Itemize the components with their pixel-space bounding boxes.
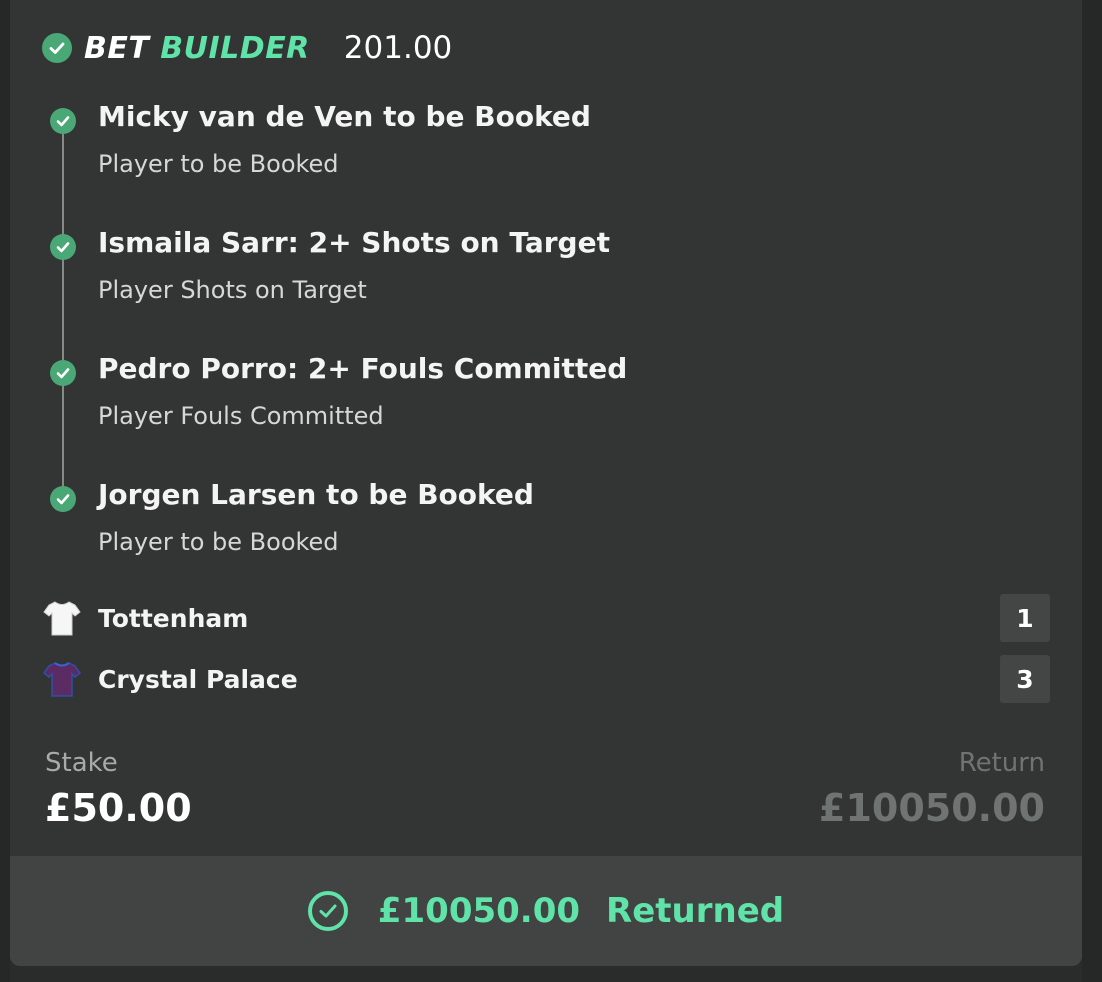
stake-amount: £50.00: [45, 786, 192, 830]
home-team-name: Tottenham: [98, 604, 249, 633]
check-circle-icon: [42, 33, 72, 63]
leg-market: Player Fouls Committed: [98, 402, 384, 430]
leg-title: Jorgen Larsen to be Booked: [98, 478, 534, 511]
away-team-name: Crystal Palace: [98, 665, 298, 694]
bet-odds: 201.00: [343, 30, 453, 66]
bet-header: BET BUILDER 201.00: [42, 30, 452, 66]
left-edge: [0, 0, 10, 982]
return-label: Return: [958, 748, 1045, 778]
check-icon: [50, 360, 76, 386]
away-kit-icon: [42, 662, 82, 697]
bet-card: BET BUILDER 201.00 Micky van de Ven to b…: [10, 0, 1082, 966]
leg-market: Player to be Booked: [98, 528, 339, 556]
home-kit-icon: [43, 601, 81, 636]
home-team-score: 1: [1000, 594, 1050, 642]
right-edge: [1082, 0, 1102, 982]
bet-builder-logo: BET BUILDER: [84, 31, 310, 66]
team-row-home: Tottenham 1: [42, 594, 1050, 644]
leg-title: Micky van de Ven to be Booked: [98, 100, 591, 133]
brand-bet: BET: [84, 30, 150, 66]
leg-title: Pedro Porro: 2+ Fouls Committed: [98, 352, 628, 385]
returned-status: Returned: [606, 891, 785, 931]
returned-amount: £10050.00: [377, 891, 581, 931]
leg-title: Ismaila Sarr: 2+ Shots on Target: [98, 226, 610, 259]
legs-timeline-line: [62, 120, 64, 496]
away-team-score: 3: [1000, 655, 1050, 703]
check-icon: [50, 486, 76, 512]
leg-market: Player Shots on Target: [98, 276, 367, 304]
check-icon: [50, 234, 76, 260]
return-amount: £10050.00: [819, 786, 1045, 830]
stake-label: Stake: [45, 748, 118, 778]
check-circle-outline-icon: [307, 891, 348, 931]
check-icon: [50, 108, 76, 134]
team-row-away: Crystal Palace 3: [42, 655, 1050, 705]
brand-builder: BUILDER: [160, 30, 310, 66]
leg-market: Player to be Booked: [98, 150, 339, 178]
returned-banner: £10050.00 Returned: [10, 856, 1082, 966]
